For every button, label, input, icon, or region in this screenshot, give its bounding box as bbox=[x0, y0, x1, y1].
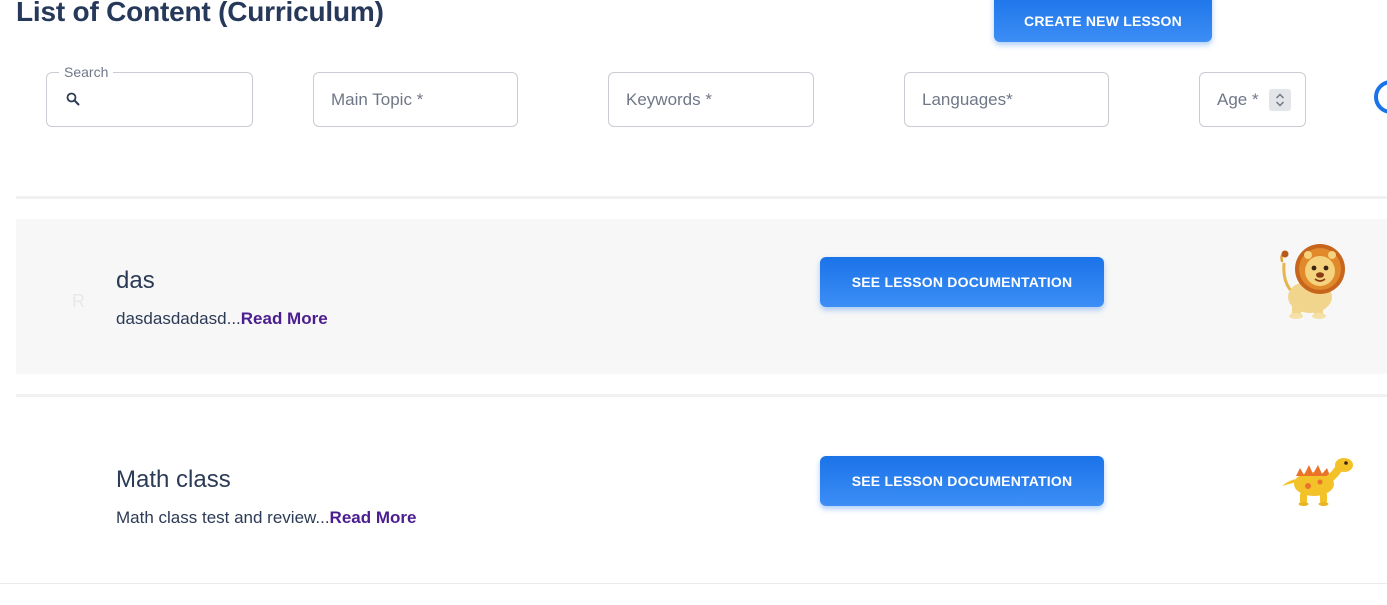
main-topic-field[interactable]: Main Topic * bbox=[313, 72, 518, 127]
see-lesson-documentation-button[interactable]: SEE LESSON DOCUMENTATION bbox=[820, 257, 1104, 307]
lesson-title: das bbox=[116, 267, 155, 294]
lion-icon bbox=[1280, 244, 1345, 319]
search-icon bbox=[66, 92, 80, 106]
divider bbox=[0, 583, 1387, 584]
age-field[interactable]: Age * bbox=[1199, 72, 1306, 127]
loading-spinner-icon bbox=[1374, 80, 1387, 114]
search-input[interactable]: Search bbox=[46, 64, 253, 127]
age-placeholder: Age * bbox=[1217, 90, 1259, 109]
create-new-lesson-button[interactable]: CREATE NEW LESSON bbox=[994, 0, 1212, 42]
lesson-row: R das dasdasdadasd...Read More SEE LESSO… bbox=[16, 219, 1387, 374]
see-lesson-documentation-button[interactable]: SEE LESSON DOCUMENTATION bbox=[820, 456, 1104, 506]
keywords-field[interactable]: Keywords * bbox=[608, 72, 814, 127]
read-more-link[interactable]: Read More bbox=[241, 309, 328, 328]
curriculum-page: List of Content (Curriculum) CREATE NEW … bbox=[0, 0, 1387, 605]
divider bbox=[16, 196, 1387, 199]
read-more-link[interactable]: Read More bbox=[330, 508, 417, 527]
keywords-placeholder: Keywords * bbox=[626, 90, 712, 109]
languages-placeholder: Languages* bbox=[922, 90, 1013, 109]
stepper-chevrons-icon bbox=[1275, 93, 1285, 107]
main-topic-placeholder: Main Topic * bbox=[331, 90, 424, 109]
lesson-description: dasdasdadasd...Read More bbox=[116, 309, 328, 329]
lesson-description-text: Math class test and review... bbox=[116, 508, 330, 527]
lesson-description: Math class test and review...Read More bbox=[116, 508, 416, 528]
divider bbox=[16, 394, 1387, 397]
languages-field[interactable]: Languages* bbox=[904, 72, 1109, 127]
lesson-row: Math class Math class test and review...… bbox=[16, 418, 1387, 568]
page-title: List of Content (Curriculum) bbox=[16, 0, 384, 27]
lesson-title: Math class bbox=[116, 466, 231, 493]
age-stepper[interactable] bbox=[1269, 89, 1291, 111]
dinosaur-icon bbox=[1282, 458, 1353, 506]
avatar: R bbox=[72, 291, 85, 311]
lesson-description-text: dasdasdadasd... bbox=[116, 309, 241, 328]
search-label: Search bbox=[59, 64, 114, 80]
